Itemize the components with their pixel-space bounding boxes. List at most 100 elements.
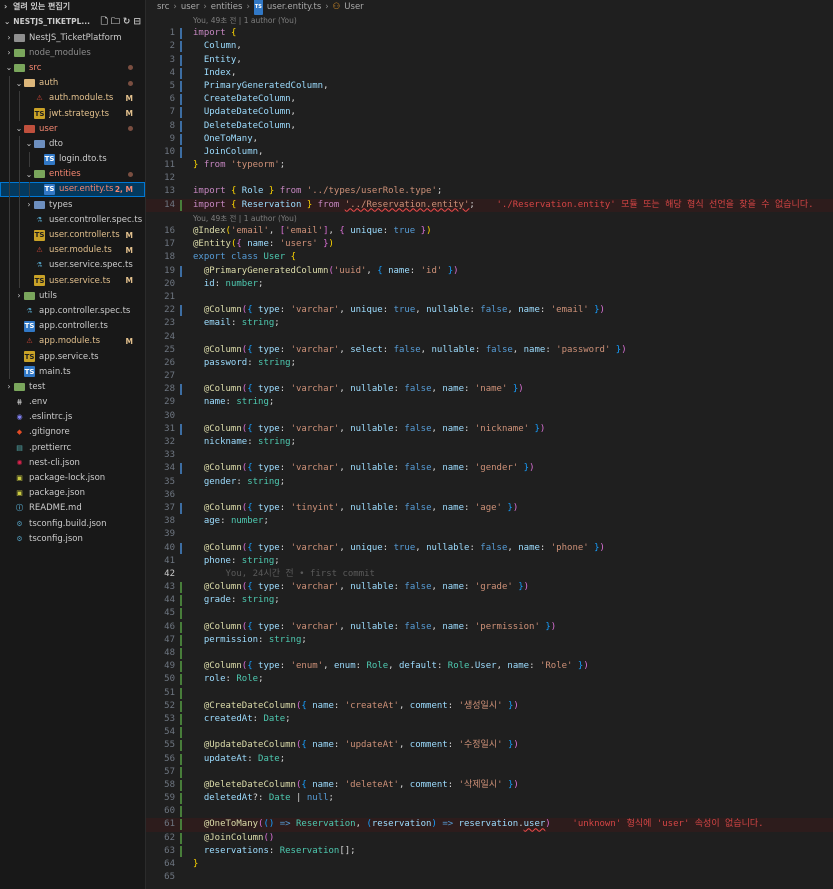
git-gutter-marker[interactable]	[180, 845, 182, 857]
code-line[interactable]: 19 @PrimaryGeneratedColumn('uuid', { nam…	[146, 265, 833, 278]
new-folder-icon[interactable]: 🗀	[111, 14, 120, 30]
git-gutter-marker[interactable]	[180, 793, 182, 805]
code-line[interactable]: 25 @Column({ type: 'varchar', select: fa…	[146, 344, 833, 357]
refresh-icon[interactable]: ↻	[123, 14, 131, 30]
git-gutter-marker[interactable]	[180, 634, 182, 646]
folder-item[interactable]: ⌄ user	[0, 121, 145, 137]
file-item[interactable]: ⚠ user.module.ts M	[0, 242, 145, 258]
code-line[interactable]: 54	[146, 726, 833, 739]
code-line[interactable]: 14 import { Reservation } from '../Reserv…	[146, 198, 833, 212]
code-line[interactable]: 51	[146, 687, 833, 700]
folder-item[interactable]: › node_modules	[0, 45, 145, 60]
file-item[interactable]: TS main.ts	[0, 364, 145, 380]
git-gutter-marker[interactable]	[180, 621, 182, 633]
file-item[interactable]: ⋕ .env	[0, 395, 145, 410]
git-gutter-marker[interactable]	[180, 819, 182, 831]
folder-item[interactable]: ⌄ dto	[0, 136, 145, 152]
file-item[interactable]: TS jwt.strategy.ts M	[0, 105, 145, 122]
code-line[interactable]: 21	[146, 291, 833, 304]
code-line[interactable]: 59 deletedAt?: Date | null;	[146, 792, 833, 805]
git-gutter-marker[interactable]	[180, 265, 182, 277]
collapse-all-icon[interactable]: ⊟	[133, 14, 141, 30]
git-gutter-marker[interactable]	[180, 384, 182, 396]
code-line[interactable]: 62 @JoinColumn()	[146, 832, 833, 845]
code-line[interactable]: 23 email: string;	[146, 317, 833, 330]
git-gutter-marker[interactable]	[180, 648, 182, 659]
code-line[interactable]: 55 @UpdateDateColumn({ name: 'updateAt',…	[146, 739, 833, 752]
code-line[interactable]: 44 grade: string;	[146, 594, 833, 607]
code-line[interactable]: 47 permission: string;	[146, 634, 833, 647]
code-line[interactable]: 6 CreateDateColumn,	[146, 93, 833, 106]
file-item[interactable]: TS user.entity.ts 2, M	[0, 181, 145, 198]
code-line[interactable]: 34 @Column({ type: 'varchar', nullable: …	[146, 462, 833, 475]
chevron-right-icon[interactable]: ›	[4, 48, 14, 57]
code-line[interactable]: 7 UpdateDateColumn,	[146, 106, 833, 119]
git-gutter-marker[interactable]	[180, 423, 182, 435]
code-line[interactable]: 29 name: string;	[146, 396, 833, 409]
git-gutter-marker[interactable]	[180, 80, 182, 92]
code-line[interactable]: 57	[146, 766, 833, 779]
git-gutter-marker[interactable]	[180, 502, 182, 514]
git-gutter-marker[interactable]	[180, 713, 182, 725]
git-gutter-marker[interactable]	[180, 107, 182, 119]
code-line[interactable]: 38 age: number;	[146, 515, 833, 528]
file-item[interactable]: TS user.service.ts M	[0, 273, 145, 289]
code-line[interactable]: 16 @Index('email', ['email'], { unique: t…	[146, 225, 833, 238]
code-line[interactable]: 22 @Column({ type: 'varchar', unique: tr…	[146, 304, 833, 317]
git-gutter-marker[interactable]	[180, 661, 182, 673]
code-line[interactable]: 40 @Column({ type: 'varchar', unique: tr…	[146, 542, 833, 555]
chevron-down-icon[interactable]: ⌄	[4, 63, 14, 72]
code-line[interactable]: 48	[146, 647, 833, 660]
folder-item[interactable]: ⌄ auth	[0, 75, 145, 91]
code-line[interactable]: 37 @Column({ type: 'tinyint', nullable: …	[146, 502, 833, 515]
git-gutter-marker[interactable]	[180, 54, 182, 66]
git-gutter-marker[interactable]	[180, 608, 182, 620]
breadcrumb-item-entities[interactable]: entities	[211, 0, 243, 14]
git-gutter-marker[interactable]	[180, 595, 182, 607]
code-line[interactable]: 20 id: number;	[146, 278, 833, 291]
file-item[interactable]: TS user.controller.ts M	[0, 227, 145, 243]
code-line[interactable]: 33	[146, 449, 833, 462]
chevron-down-icon[interactable]: ⌄	[24, 139, 34, 148]
git-gutter-marker[interactable]	[180, 740, 182, 752]
code-line[interactable]: 11} from 'typeorm';	[146, 159, 833, 172]
code-line[interactable]: 52 @CreateDateColumn({ name: 'createAt',…	[146, 700, 833, 713]
code-line[interactable]: 8 DeleteDateColumn,	[146, 120, 833, 133]
code-line[interactable]: 35 gender: string;	[146, 476, 833, 489]
git-gutter-marker[interactable]	[180, 67, 182, 79]
git-gutter-marker[interactable]	[180, 305, 182, 317]
project-header[interactable]: ⌄ NESTJS_TIKETPL... 🗋 🗀 ↻ ⊟	[0, 14, 145, 30]
code-line[interactable]: 31 @Column({ type: 'varchar', nullable: …	[146, 423, 833, 436]
folder-item[interactable]: ⌄ src	[0, 60, 145, 75]
git-gutter-marker[interactable]	[180, 133, 182, 145]
code-line[interactable]: 50 role: Role;	[146, 673, 833, 686]
git-gutter-marker[interactable]	[180, 28, 182, 40]
breadcrumb-item-user[interactable]: user	[181, 0, 200, 14]
folder-item[interactable]: › NestJS_TicketPlatform	[0, 30, 145, 45]
git-gutter-marker[interactable]	[180, 463, 182, 475]
folder-item[interactable]: ⌄ entities	[0, 166, 145, 182]
code-line[interactable]: 12	[146, 172, 833, 185]
code-line[interactable]: 64}	[146, 858, 833, 871]
code-line[interactable]: 60	[146, 805, 833, 818]
breadcrumb-item-symbol[interactable]: User	[344, 0, 363, 14]
code-line[interactable]: 9 OneToMany,	[146, 133, 833, 146]
file-item[interactable]: TS app.service.ts	[0, 348, 145, 365]
code-line[interactable]: 4 Index,	[146, 67, 833, 80]
git-gutter-marker[interactable]	[180, 41, 182, 53]
git-gutter-marker[interactable]	[180, 146, 182, 158]
file-item[interactable]: ◉ .eslintrc.js	[0, 410, 145, 425]
code-line[interactable]: 65	[146, 871, 833, 884]
file-item[interactable]: ⚙ tsconfig.build.json	[0, 516, 145, 531]
chevron-right-icon[interactable]: ›	[4, 382, 14, 391]
chevron-right-icon[interactable]: ›	[4, 33, 14, 42]
code-area[interactable]: 1 import {2 Column, 3 Entity, 4 Index, 5 Pri…	[146, 27, 833, 884]
file-item[interactable]: ⚙ tsconfig.json	[0, 531, 145, 546]
codelens-blame[interactable]: You, 49초 전 | 1 author (You)	[146, 212, 833, 225]
chevron-down-icon[interactable]: ⌄	[24, 170, 34, 179]
code-line[interactable]: 41 phone: string;	[146, 555, 833, 568]
code-line[interactable]: 32 nickname: string;	[146, 436, 833, 449]
git-gutter-marker[interactable]	[180, 766, 182, 778]
code-line[interactable]: 10 JoinColumn,	[146, 146, 833, 159]
code-line[interactable]: 63 reservations: Reservation[];	[146, 845, 833, 858]
